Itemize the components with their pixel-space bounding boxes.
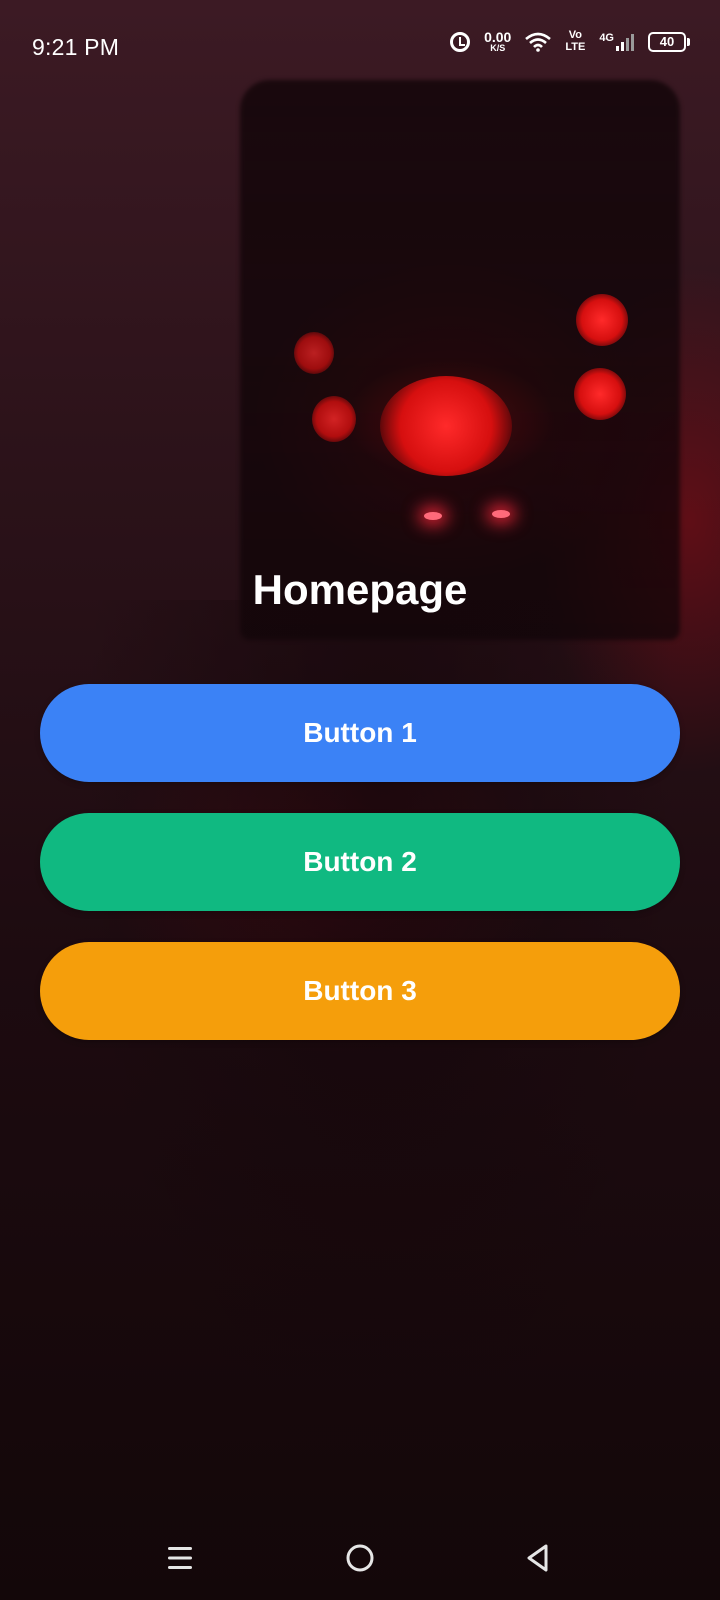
wallpaper-red-light	[312, 396, 356, 442]
button-3[interactable]: Button 3	[40, 942, 680, 1040]
back-button[interactable]	[516, 1536, 560, 1580]
status-bar: 9:21 PM 0.00 K/S Vo LTE 4G 40	[0, 0, 720, 90]
wallpaper-eye	[492, 510, 510, 518]
home-button[interactable]	[338, 1536, 382, 1580]
signal-icon	[616, 33, 634, 51]
navigation-bar	[0, 1516, 720, 1600]
battery-tip	[687, 37, 690, 46]
wallpaper-red-light	[576, 294, 628, 346]
background-wallpaper	[0, 0, 720, 1600]
wallpaper-red-light	[294, 332, 334, 374]
network-speed: 0.00 K/S	[484, 30, 511, 53]
wallpaper-red-light	[574, 368, 626, 420]
wallpaper-eye	[424, 512, 442, 520]
button-2[interactable]: Button 2	[40, 813, 680, 911]
button-1[interactable]: Button 1	[40, 684, 680, 782]
network-speed-unit: K/S	[490, 43, 506, 54]
battery-icon: 40	[648, 31, 690, 52]
status-icons: 0.00 K/S Vo LTE 4G 40	[450, 29, 690, 53]
volte-top: Vo	[568, 29, 582, 41]
network-speed-value: 0.00	[484, 29, 512, 46]
network-type-label: 4G	[599, 31, 614, 44]
home-icon	[346, 1544, 374, 1572]
wifi-icon	[525, 32, 552, 52]
wallpaper-red-light	[380, 376, 512, 476]
page-title: Homepage	[252, 566, 468, 613]
volte-indicator: Vo LTE	[565, 29, 586, 53]
network-type: 4G	[599, 31, 634, 51]
alarm-icon	[450, 31, 471, 52]
back-icon	[527, 1544, 548, 1572]
battery-level: 40	[648, 31, 686, 52]
volte-bottom: LTE	[565, 40, 586, 53]
status-time: 9:21 PM	[32, 34, 120, 60]
menu-icon	[168, 1547, 192, 1569]
recent-apps-button[interactable]	[158, 1536, 202, 1580]
app-screen: 9:21 PM 0.00 K/S Vo LTE 4G 40 Homepage B…	[0, 0, 720, 1600]
